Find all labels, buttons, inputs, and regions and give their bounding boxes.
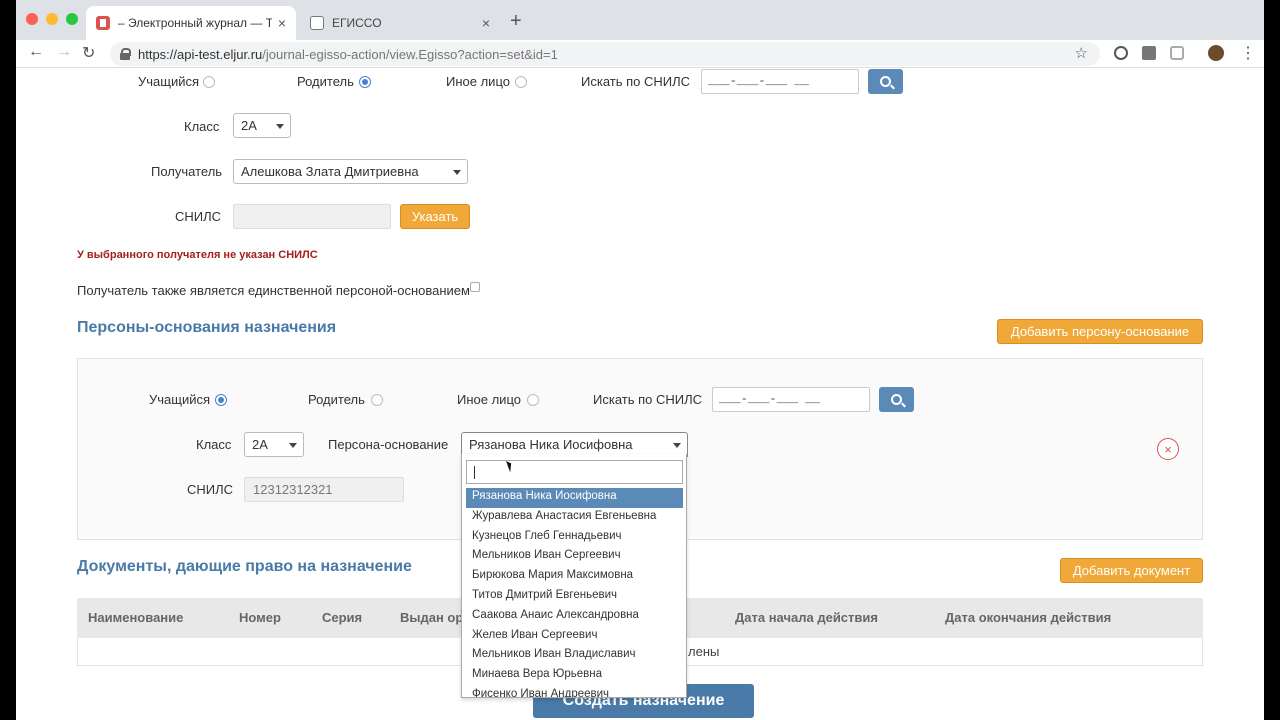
- dropdown-option[interactable]: Титов Дмитрий Евгеньевич: [466, 587, 683, 607]
- forward-arrow-icon[interactable]: →: [56, 43, 72, 61]
- chevron-down-icon: [276, 124, 284, 129]
- minimize-window-button[interactable]: [46, 13, 58, 25]
- url-path: /journal-egisso-action/view.Egisso?actio…: [262, 46, 558, 62]
- column-header: Серия: [322, 610, 363, 625]
- menu-dots-icon[interactable]: ⋮: [1240, 43, 1256, 63]
- chevron-down-icon: [453, 170, 461, 175]
- search-icon: [891, 394, 902, 405]
- snils-label: СНИЛС: [175, 209, 222, 224]
- reload-icon[interactable]: ↻: [82, 43, 95, 63]
- remove-person-icon[interactable]: ×: [1157, 438, 1179, 460]
- close-window-button[interactable]: [26, 13, 38, 25]
- class-select-value: 2А: [241, 118, 257, 133]
- sole-person-label: Получатель также является единственной п…: [77, 283, 470, 298]
- profile-avatar[interactable]: [1208, 45, 1224, 61]
- extension-icon[interactable]: [1142, 46, 1156, 60]
- class-label: Класс: [184, 119, 220, 134]
- radio-other[interactable]: [515, 76, 527, 88]
- dropdown-option[interactable]: Кузнецов Глеб Геннадьевич: [466, 528, 683, 548]
- snils-search-button[interactable]: [868, 69, 903, 94]
- snils-search-input[interactable]: ___-___-___ __: [712, 387, 870, 412]
- page-content: Учащийся Родитель Иное лицо Искать по СН…: [16, 68, 1264, 720]
- dropdown-option[interactable]: Журавлева Анастасия Евгеньевна: [466, 508, 683, 528]
- dropdown-option[interactable]: Саакова Анаис Александровна: [466, 607, 683, 627]
- class-select[interactable]: 2А: [244, 432, 304, 457]
- dropdown-search-input[interactable]: [466, 460, 683, 484]
- person-dropdown: Рязанова Ника Иосифовна Журавлева Анаста…: [461, 454, 687, 698]
- search-snils-label: Искать по СНИЛС: [593, 392, 703, 407]
- snils-search-button[interactable]: [879, 387, 914, 412]
- chevron-down-icon: [289, 443, 297, 448]
- snils-warning: У выбранного получателя не указан СНИЛС: [77, 249, 318, 261]
- tab-title: – Электронный журнал — Тес: [118, 16, 272, 30]
- tab-egisso[interactable]: ЕГИССО ×: [300, 6, 500, 40]
- radio-student[interactable]: [203, 76, 215, 88]
- column-header: Номер: [239, 610, 281, 625]
- maximize-window-button[interactable]: [66, 13, 78, 25]
- search-icon: [880, 76, 891, 87]
- column-header: Выдан ор: [400, 610, 464, 625]
- browser-window: – Электронный журнал — Тес × ЕГИССО × + …: [16, 0, 1264, 720]
- tab-eljur[interactable]: – Электронный журнал — Тес ×: [86, 6, 296, 40]
- add-document-button[interactable]: Добавить документ: [1060, 558, 1203, 583]
- radio-other[interactable]: [527, 394, 539, 406]
- document-favicon-icon: [310, 16, 324, 30]
- column-header: Дата начала действия: [735, 610, 878, 625]
- info-extension-icon[interactable]: [1114, 46, 1128, 60]
- text-cursor: [474, 466, 475, 479]
- dropdown-option[interactable]: Бирюкова Мария Максимовна: [466, 567, 683, 587]
- eljur-favicon-icon: [96, 16, 110, 30]
- address-bar: ← → ↻ https://api-test.eljur.ru/journal-…: [16, 40, 1264, 68]
- radio-parent[interactable]: [359, 76, 371, 88]
- class-select[interactable]: 2А: [233, 113, 291, 138]
- snils-field[interactable]: 12312312321: [244, 477, 404, 502]
- radio-parent-label: Родитель: [297, 74, 354, 89]
- add-person-button[interactable]: Добавить персону-основание: [997, 319, 1203, 344]
- search-snils-label: Искать по СНИЛС: [581, 74, 691, 89]
- tab-close-icon[interactable]: ×: [278, 15, 286, 31]
- specify-button[interactable]: Указать: [400, 204, 470, 229]
- radio-other-label: Иное лицо: [446, 74, 510, 89]
- lock-icon: [120, 48, 131, 60]
- recipient-label: Получатель: [151, 164, 223, 179]
- dropdown-option[interactable]: Мельников Иван Сергеевич: [466, 547, 683, 567]
- snils-field[interactable]: [233, 204, 391, 229]
- sole-person-checkbox[interactable]: [470, 282, 480, 292]
- url-field[interactable]: https://api-test.eljur.ru/journal-egisso…: [110, 42, 1100, 66]
- documents-section-title: Документы, дающие право на назначение: [77, 558, 412, 575]
- class-label: Класс: [196, 437, 232, 452]
- dropdown-option[interactable]: Фисенко Иван Андреевич: [466, 686, 683, 697]
- snils-search-input[interactable]: ___-___-___ __: [701, 69, 859, 94]
- radio-parent[interactable]: [371, 394, 383, 406]
- url-host: https://api-test.eljur.ru: [138, 46, 263, 62]
- chevron-down-icon: [673, 443, 681, 448]
- dropdown-option[interactable]: Желев Иван Сергеевич: [466, 627, 683, 647]
- column-header: Дата окончания действия: [945, 610, 1112, 625]
- persons-section-title: Персоны-основания назначения: [77, 319, 337, 336]
- back-arrow-icon[interactable]: ←: [28, 43, 44, 61]
- radio-student[interactable]: [215, 394, 227, 406]
- person-select-value: Рязанова Ника Иосифовна: [469, 437, 633, 452]
- dropdown-option[interactable]: Рязанова Ника Иосифовна: [466, 488, 683, 508]
- radio-other-label: Иное лицо: [457, 392, 521, 407]
- dropdown-options: Рязанова Ника Иосифовна Журавлева Анаста…: [466, 488, 683, 697]
- bookmark-star-icon[interactable]: ☆: [1075, 44, 1088, 62]
- radio-parent-label: Родитель: [308, 392, 365, 407]
- tab-close-icon[interactable]: ×: [482, 15, 490, 31]
- tab-title: ЕГИССО: [332, 16, 382, 30]
- recipient-select[interactable]: Алешкова Злата Дмитриевна: [233, 159, 468, 184]
- recipient-select-value: Алешкова Злата Дмитриевна: [241, 164, 419, 179]
- dropdown-option[interactable]: Минаева Вера Юрьевна: [466, 666, 683, 686]
- dropdown-option[interactable]: Мельников Иван Владиславич: [466, 646, 683, 666]
- radio-student-label: Учащийся: [138, 74, 200, 89]
- cube-extension-icon[interactable]: [1170, 46, 1184, 60]
- column-header: Наименование: [88, 610, 184, 625]
- class-select-value: 2А: [252, 437, 268, 452]
- snils-label: СНИЛС: [187, 482, 234, 497]
- tab-bar: – Электронный журнал — Тес × ЕГИССО × +: [16, 0, 1264, 40]
- new-tab-icon[interactable]: +: [510, 10, 522, 33]
- empty-message: лены: [688, 644, 720, 659]
- radio-student-label: Учащийся: [149, 392, 211, 407]
- person-label: Персона-основание: [328, 437, 449, 452]
